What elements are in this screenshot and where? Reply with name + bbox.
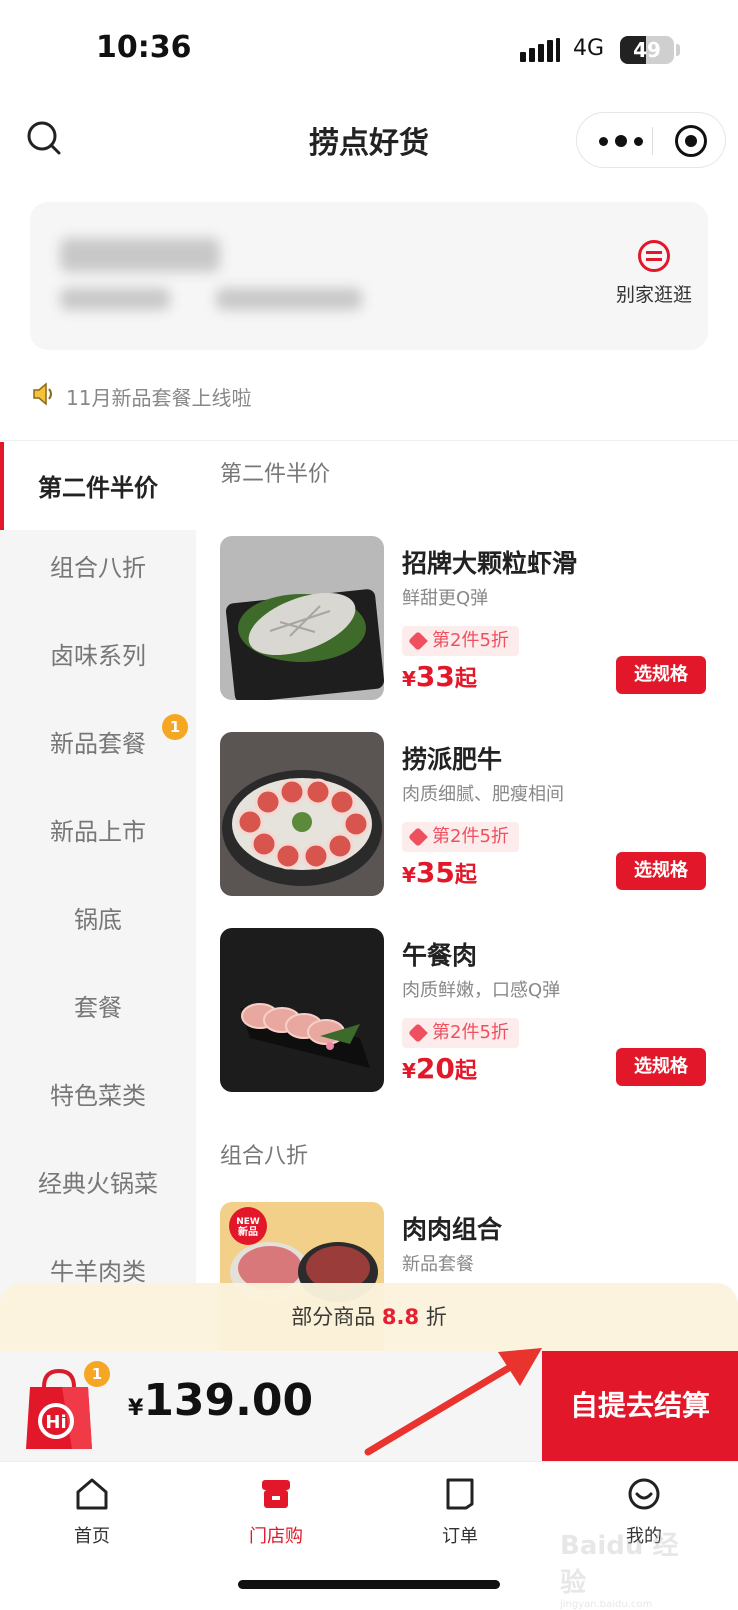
- tab-store-shopping[interactable]: 门店购: [216, 1476, 336, 1548]
- product-image: [220, 928, 384, 1092]
- watermark: Baidu 经验 jingyan.baidu.com: [560, 1525, 700, 1610]
- switch-store-label: 别家逛逛: [615, 284, 692, 306]
- sidebar-badge: 1: [162, 714, 188, 740]
- svg-text:Hi: Hi: [45, 1412, 66, 1433]
- product-desc: 肉质细腻、肥瘦相间: [402, 784, 564, 805]
- watermark-url: jingyan.baidu.com: [560, 1599, 653, 1610]
- annotation-arrow-icon: [364, 1348, 542, 1456]
- select-spec-button[interactable]: 选规格: [616, 852, 706, 890]
- divider: [0, 440, 738, 441]
- tag-icon: [408, 631, 428, 651]
- section-title: 组合八折: [220, 1144, 309, 1169]
- select-spec-button[interactable]: 选规格: [616, 656, 706, 694]
- sidebar-item[interactable]: 组合八折: [0, 548, 196, 583]
- cart-count-badge: 1: [84, 1361, 110, 1387]
- tab-orders[interactable]: 订单: [400, 1476, 520, 1548]
- capsule-divider: [652, 127, 653, 155]
- promo-text: 部分商品 8.8 折: [291, 1305, 447, 1329]
- battery-percent: 49: [633, 38, 661, 62]
- select-spec-button[interactable]: 选规格: [616, 1048, 706, 1086]
- svg-text:NEW: NEW: [236, 1217, 260, 1227]
- discount-tag: 第2件5折: [402, 1018, 519, 1048]
- sidebar-item-label: 第二件半价: [38, 474, 158, 502]
- nav-header: 捞点好货: [0, 100, 738, 190]
- battery-icon: 49: [620, 36, 674, 64]
- home-indicator: [238, 1580, 500, 1589]
- cart-total: ¥139.00: [128, 1375, 314, 1426]
- sidebar-item[interactable]: 套餐: [0, 988, 196, 1023]
- miniapp-capsule: [576, 112, 726, 168]
- product-name: 捞派肥牛: [402, 745, 503, 774]
- network-type: 4G: [573, 36, 605, 61]
- orders-icon: [446, 1478, 474, 1510]
- tag-icon: [408, 1023, 428, 1043]
- product-desc: 肉质鲜嫩，口感Q弹: [402, 980, 561, 1001]
- status-time: 10:36: [96, 30, 192, 65]
- store-name-blurred: [60, 238, 220, 272]
- tab-label: 订单: [442, 1526, 478, 1547]
- tab-home[interactable]: 首页: [32, 1476, 152, 1548]
- checkout-button[interactable]: 自提去结算: [542, 1351, 738, 1461]
- sidebar-item[interactable]: 卤味系列: [0, 636, 196, 671]
- product-card[interactable]: 招牌大颗粒虾滑 鲜甜更Q弹 第2件5折 ¥33起 选规格: [220, 536, 720, 701]
- sidebar-item-active[interactable]: 第二件半价: [0, 442, 196, 530]
- product-name: 招牌大颗粒虾滑: [402, 549, 578, 578]
- product-card[interactable]: 捞派肥牛 肉质细腻、肥瘦相间 第2件5折 ¥35起 选规格: [220, 732, 720, 897]
- close-miniapp-icon[interactable]: [675, 125, 707, 157]
- product-card[interactable]: 午餐肉 肉质鲜嫩，口感Q弹 第2件5折 ¥20起 选规格: [220, 928, 720, 1093]
- smile-icon: [628, 1478, 660, 1510]
- store-info-blurred: [60, 288, 170, 310]
- product-image: [220, 732, 384, 896]
- store-distance-blurred: [216, 288, 362, 310]
- svg-text:新品: 新品: [238, 1225, 258, 1238]
- product-price: ¥35起: [402, 856, 477, 889]
- tab-label: 首页: [74, 1526, 110, 1547]
- signal-icon: [520, 38, 560, 62]
- tag-icon: [408, 827, 428, 847]
- tab-label: 门店购: [249, 1526, 303, 1547]
- product-image: [220, 536, 384, 700]
- sidebar-item[interactable]: 经典火锅菜: [0, 1164, 196, 1199]
- sidebar-item[interactable]: 锅底: [0, 900, 196, 935]
- product-desc: 新品套餐: [402, 1254, 474, 1275]
- switch-store-button[interactable]: 别家逛逛: [604, 240, 704, 307]
- store-icon: [262, 1480, 290, 1508]
- sidebar-item[interactable]: 特色菜类: [0, 1076, 196, 1111]
- product-price: ¥20起: [402, 1052, 477, 1085]
- discount-tag: 第2件5折: [402, 822, 519, 852]
- home-icon: [76, 1478, 108, 1510]
- sidebar-item[interactable]: 新品上市: [0, 812, 196, 847]
- product-name: 午餐肉: [402, 941, 478, 970]
- watermark-brand: Baidu 经验: [560, 1531, 679, 1598]
- battery-tip: [676, 44, 680, 56]
- more-icon[interactable]: [599, 127, 643, 155]
- product-price: ¥33起: [402, 660, 477, 693]
- section-title: 第二件半价: [220, 462, 331, 487]
- speaker-icon: [33, 382, 52, 406]
- product-name: 肉肉组合: [402, 1215, 503, 1244]
- discount-tag: 第2件5折: [402, 626, 519, 656]
- switch-icon: [638, 240, 670, 272]
- status-bar: 10:36 4G 49: [0, 0, 738, 100]
- sidebar-item[interactable]: 牛羊肉类: [0, 1252, 196, 1287]
- store-card[interactable]: 别家逛逛: [30, 202, 708, 350]
- product-desc: 鲜甜更Q弹: [402, 588, 489, 609]
- notice-text: 11月新品套餐上线啦: [66, 386, 252, 410]
